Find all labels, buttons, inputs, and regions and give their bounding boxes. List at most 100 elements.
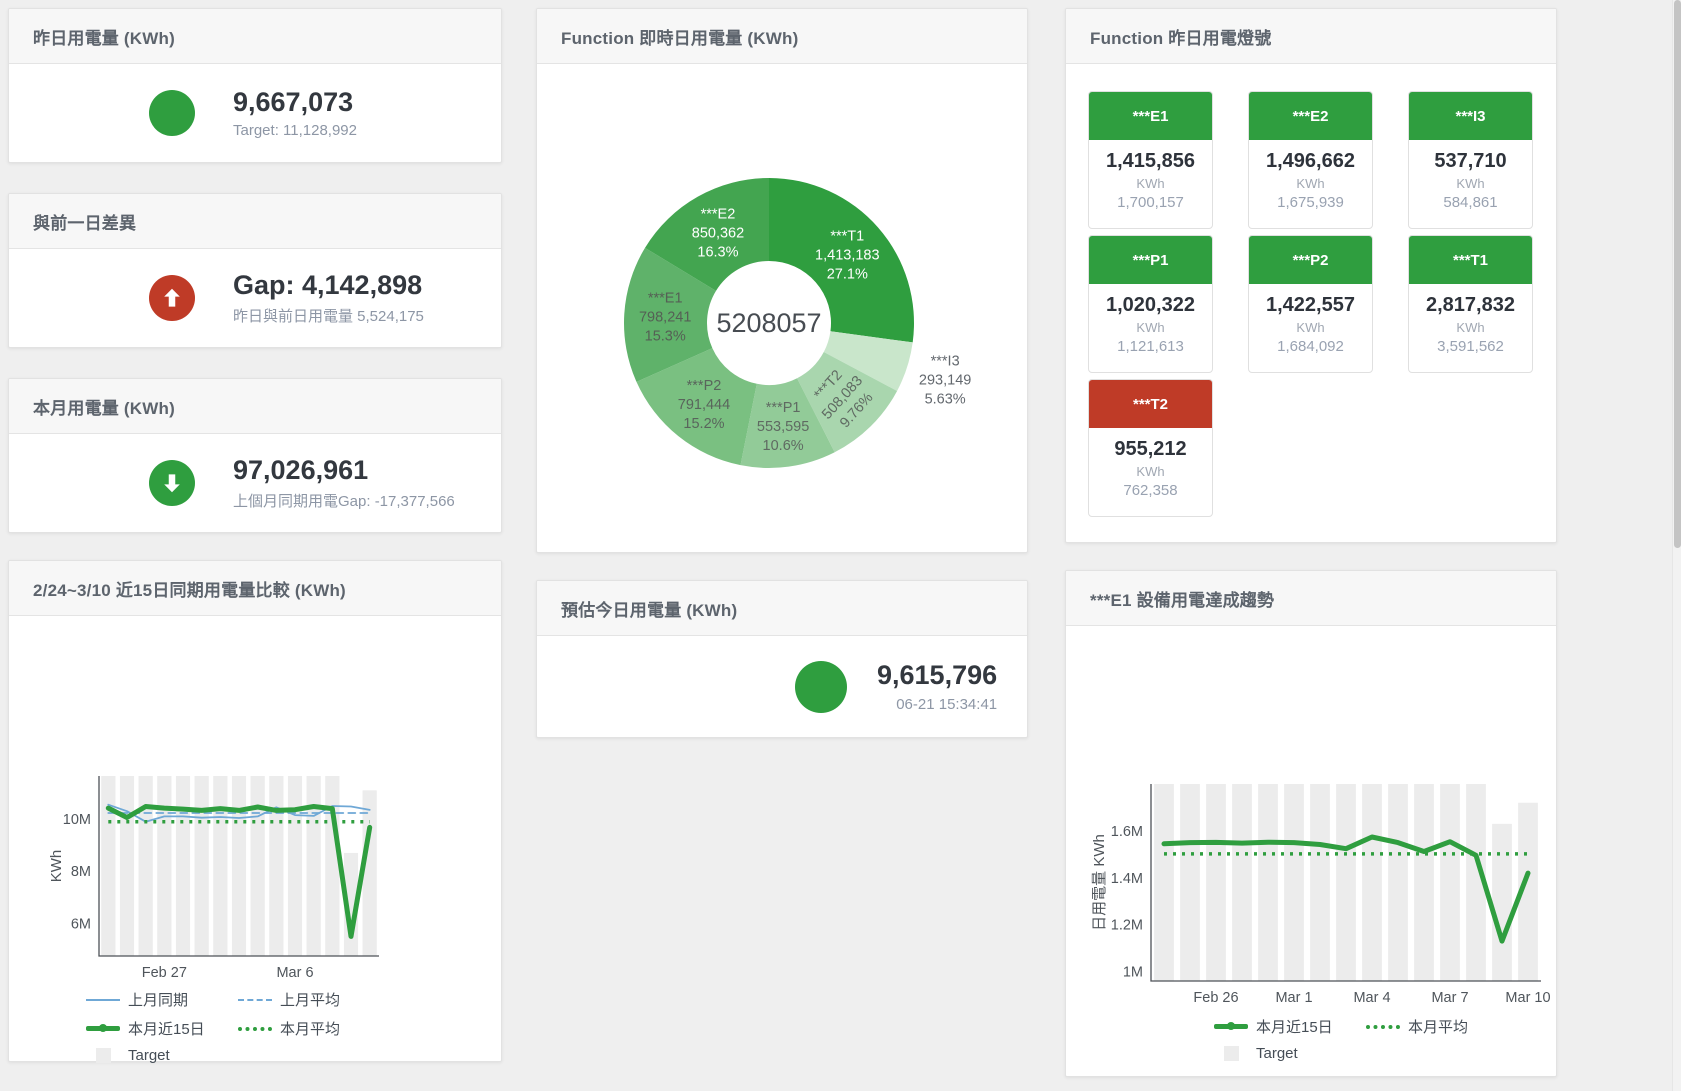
green-line-swatch-icon (86, 1026, 120, 1031)
light-tile-header: ***E2 (1249, 92, 1372, 140)
light-tile-unit: KWh (1089, 320, 1212, 335)
light-tile-unit: KWh (1249, 320, 1372, 335)
light-tile-target: 3,591,562 (1409, 338, 1532, 355)
stat-body: 97,026,961 上個月同期用電Gap: -17,377,566 (9, 434, 501, 532)
arrow-down-icon (149, 460, 195, 506)
stat-value: 9,615,796 (877, 660, 997, 691)
legend-label: Target (128, 1047, 170, 1064)
card-function-lights: Function 昨日用電燈號 ***E1 1,415,856 KWh 1,70… (1065, 8, 1557, 543)
card-title: ***E1 設備用電達成趨勢 (1090, 586, 1274, 611)
light-tile-header: ***E1 (1089, 92, 1212, 140)
light-tile-unit: KWh (1249, 176, 1372, 191)
light-tile-t1: ***T1 2,817,832 KWh 3,591,562 (1408, 235, 1533, 373)
status-circle-icon (795, 661, 847, 713)
svg-text:Feb 27: Feb 27 (142, 965, 187, 981)
light-tile-value: 2,817,832 (1409, 294, 1532, 317)
legend-label: 上月平均 (280, 989, 340, 1010)
stat-value: 9,667,073 (233, 87, 357, 118)
card-title: 本月用電量 (KWh) (33, 394, 175, 419)
svg-text:日用電量 KWh: 日用電量 KWh (1091, 834, 1108, 931)
page-scrollbar[interactable] (1672, 0, 1681, 1091)
svg-text:5208057: 5208057 (716, 308, 821, 338)
light-tile-target: 762,358 (1089, 482, 1212, 499)
light-tile-target: 584,861 (1409, 194, 1532, 211)
svg-text:Feb 26: Feb 26 (1193, 990, 1238, 1006)
svg-text:1.6M: 1.6M (1111, 824, 1143, 840)
svg-text:6M: 6M (71, 916, 91, 932)
stat-body: 9,615,796 06-21 15:34:41 (537, 636, 1027, 737)
light-tile-value: 1,422,557 (1249, 294, 1372, 317)
light-tile-value: 537,710 (1409, 150, 1532, 173)
svg-text:KWh: KWh (48, 850, 65, 883)
light-tile-header: ***T1 (1409, 236, 1532, 284)
status-circle-icon (149, 90, 195, 136)
svg-text:10M: 10M (63, 812, 91, 828)
card-e1-trend: ***E1 設備用電達成趨勢 1M1.2M1.4M1.6MFeb 26Mar 1… (1065, 570, 1557, 1077)
card-header: 預估今日用電量 (KWh) (537, 581, 1027, 636)
stat-subtitle: Target: 11,128,992 (233, 122, 357, 139)
scrollbar-thumb[interactable] (1674, 0, 1681, 548)
card-header: Function 即時日用電量 (KWh) (537, 9, 1027, 64)
legend-label: 本月近15日 (128, 1018, 205, 1039)
light-tile-t2: ***T2 955,212 KWh 762,358 (1088, 379, 1213, 517)
svg-text:8M: 8M (71, 864, 91, 880)
light-tile-header: ***I3 (1409, 92, 1532, 140)
arrow-up-icon (149, 275, 195, 321)
light-tile-unit: KWh (1089, 176, 1212, 191)
stat-subtitle: 上個月同期用電Gap: -17,377,566 (233, 490, 455, 511)
legend-item-this-month-avg[interactable]: 本月平均 (1366, 1016, 1518, 1037)
blue-line-swatch-icon (86, 999, 120, 1001)
function-usage-donut-chart[interactable]: ***T11,413,18327.1%***I3293,1495.63%***T… (537, 64, 1029, 553)
legend-item-last-month-avg[interactable]: 上月平均 (238, 989, 390, 1010)
card-header: 與前一日差異 (9, 194, 501, 249)
light-tile-target: 1,684,092 (1249, 338, 1372, 355)
stat-body: Gap: 4,142,898 昨日與前日用電量 5,524,175 (9, 249, 501, 347)
e1-trend-line-chart[interactable]: 1M1.2M1.4M1.6MFeb 26Mar 1Mar 4Mar 7Mar 1… (1066, 626, 1558, 1008)
legend-item-this-month-avg[interactable]: 本月平均 (238, 1018, 390, 1039)
legend-item-target[interactable]: Target (86, 1047, 238, 1064)
svg-text:Mar 4: Mar 4 (1353, 990, 1390, 1006)
card-title: 預估今日用電量 (KWh) (561, 596, 737, 621)
stat-timestamp: 06-21 15:34:41 (877, 696, 997, 713)
svg-text:1.2M: 1.2M (1111, 918, 1143, 934)
legend-item-this-month[interactable]: 本月近15日 (86, 1018, 238, 1039)
legend-label: 本月平均 (1408, 1016, 1468, 1037)
card-header: 2/24~3/10 近15日同期用電量比較 (KWh) (9, 561, 501, 616)
light-tile-e1: ***E1 1,415,856 KWh 1,700,157 (1088, 91, 1213, 229)
card-compare-chart: 2/24~3/10 近15日同期用電量比較 (KWh) 6M 8M 10M Feb 2… (8, 560, 502, 1062)
card-title: 2/24~3/10 近15日同期用電量比較 (KWh) (33, 576, 346, 601)
card-title: Function 即時日用電量 (KWh) (561, 24, 798, 49)
legend-item-target[interactable]: Target (1214, 1045, 1366, 1062)
light-tile-e2: ***E2 1,496,662 KWh 1,675,939 (1248, 91, 1373, 229)
e1-trend-legend: 本月近15日 本月平均 Target (1214, 1016, 1518, 1070)
card-title: 與前一日差異 (33, 209, 136, 234)
light-tile-header: ***P2 (1249, 236, 1372, 284)
legend-item-this-month[interactable]: 本月近15日 (1214, 1016, 1366, 1037)
svg-text:Mar 7: Mar 7 (1431, 990, 1468, 1006)
stat-text: 97,026,961 上個月同期用電Gap: -17,377,566 (233, 455, 455, 511)
gray-box-swatch-icon (96, 1048, 111, 1063)
legend-item-last-month[interactable]: 上月同期 (86, 989, 238, 1010)
light-tile-p2: ***P2 1,422,557 KWh 1,684,092 (1248, 235, 1373, 373)
light-tile-p1: ***P1 1,020,322 KWh 1,121,613 (1088, 235, 1213, 373)
svg-text:Mar 1: Mar 1 (1275, 990, 1312, 1006)
dashboard: 昨日用電量 (KWh) 9,667,073 Target: 11,128,992… (0, 0, 1681, 1091)
compare-line-chart[interactable]: 6M8M10MFeb 27Mar 6KWh (9, 616, 503, 986)
light-tile-unit: KWh (1409, 176, 1532, 191)
light-tile-value: 1,020,322 (1089, 294, 1212, 317)
light-tile-header: ***T2 (1089, 380, 1212, 428)
stat-text: 9,667,073 Target: 11,128,992 (233, 87, 357, 139)
light-tile-target: 1,121,613 (1089, 338, 1212, 355)
gray-box-swatch-icon (1224, 1046, 1239, 1061)
card-yesterday-usage: 昨日用電量 (KWh) 9,667,073 Target: 11,128,992 (8, 8, 502, 163)
svg-text:1.4M: 1.4M (1111, 871, 1143, 887)
stat-text: Gap: 4,142,898 昨日與前日用電量 5,524,175 (233, 270, 424, 326)
svg-text:Mar 10: Mar 10 (1505, 990, 1550, 1006)
legend-label: 本月平均 (280, 1018, 340, 1039)
light-tile-target: 1,700,157 (1089, 194, 1212, 211)
card-header: Function 昨日用電燈號 (1066, 9, 1556, 64)
card-today-estimate: 預估今日用電量 (KWh) 9,615,796 06-21 15:34:41 (536, 580, 1028, 738)
card-day-gap: 與前一日差異 Gap: 4,142,898 昨日與前日用電量 5,524,175 (8, 193, 502, 348)
card-header: 昨日用電量 (KWh) (9, 9, 501, 64)
lights-grid: ***E1 1,415,856 KWh 1,700,157 ***E2 1,49… (1066, 64, 1556, 517)
